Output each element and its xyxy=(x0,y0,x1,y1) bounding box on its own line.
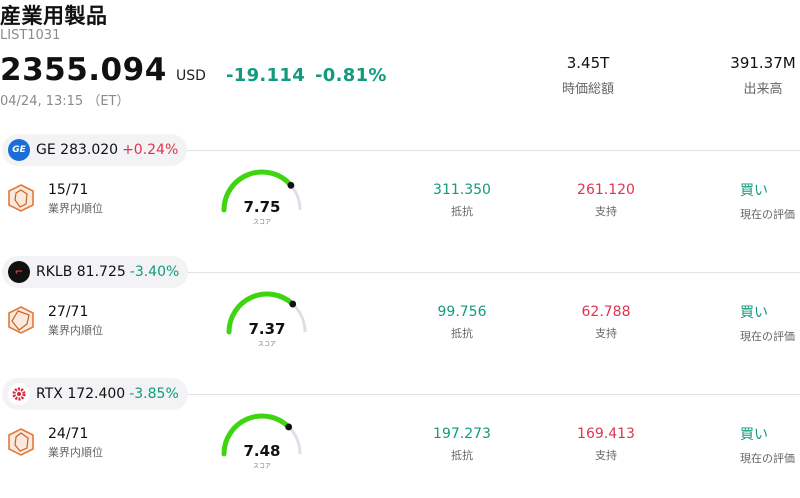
resistance-level: 311.350 抵抗 xyxy=(422,182,502,219)
industry-rank-icon xyxy=(8,428,34,456)
stock-card-rtx[interactable]: RTX 172.400 -3.85% 24/71 業界内順位 7.48 スコア 1… xyxy=(0,378,800,498)
score-gauge: 7.48 スコア xyxy=(218,410,306,472)
resistance-label: 抵抗 xyxy=(451,205,473,218)
support-level: 169.413 支持 xyxy=(566,426,646,463)
support-level: 261.120 支持 xyxy=(566,182,646,219)
resistance-label: 抵抗 xyxy=(451,327,473,340)
market-cap-value: 3.45T xyxy=(566,54,610,72)
stock-pill-rtx[interactable]: RTX 172.400 -3.85% xyxy=(2,378,188,410)
support-level: 62.788 支持 xyxy=(566,304,646,341)
industry-rank-icon xyxy=(8,306,34,334)
rklb-logo-icon: ⌐ xyxy=(8,261,30,283)
industry-rank-label: 業界内順位 xyxy=(48,446,103,459)
resistance-value: 197.273 xyxy=(433,426,491,442)
stock-price: 81.725 xyxy=(76,264,126,280)
score-label: スコア xyxy=(257,341,276,348)
industry-rank-label: 業界内順位 xyxy=(48,202,103,215)
section-divider xyxy=(184,394,800,395)
gauge-marker xyxy=(285,423,293,431)
section-divider xyxy=(184,272,800,273)
rating-label: 現在の評価 xyxy=(740,208,795,221)
support-label: 支持 xyxy=(595,205,617,218)
score-value: 7.75 xyxy=(243,198,281,216)
gauge-marker xyxy=(289,300,297,308)
stock-ticker: RKLB xyxy=(36,264,73,280)
resistance-value: 99.756 xyxy=(437,304,487,320)
support-label: 支持 xyxy=(595,327,617,340)
index-price: 2355.094 xyxy=(0,52,167,88)
rating-value: 買い xyxy=(740,427,768,443)
sector-code: LIST1031 xyxy=(0,28,61,43)
support-label: 支持 xyxy=(595,449,617,462)
stock-pill-rklb[interactable]: ⌐ RKLB 81.725 -3.40% xyxy=(2,256,189,288)
change-percent: -0.81% xyxy=(315,65,387,86)
price-currency: USD xyxy=(176,68,206,84)
rating-value: 買い xyxy=(740,183,768,199)
stock-ticker: RTX xyxy=(36,386,63,402)
stock-card-ge[interactable]: GE GE 283.020 +0.24% 15/71 業界内順位 7.75 スコア… xyxy=(0,134,800,254)
support-value: 169.413 xyxy=(577,426,635,442)
industry-rank-icon xyxy=(8,184,34,212)
change-value: -19.114 xyxy=(226,65,306,86)
volume-stat: 391.37M 出来高 xyxy=(726,54,800,97)
support-value: 62.788 xyxy=(581,304,631,320)
score-gauge: 7.37 スコア xyxy=(223,288,311,350)
industry-rank-value: 27/71 xyxy=(48,304,89,320)
volume-value: 391.37M xyxy=(730,54,796,72)
stock-card-rklb[interactable]: ⌐ RKLB 81.725 -3.40% 27/71 業界内順位 7.37 スコア… xyxy=(0,256,800,376)
stock-change: -3.85% xyxy=(129,386,179,402)
rating-label: 現在の評価 xyxy=(740,330,795,343)
last-updated-timestamp: 04/24, 13:15 （ET） xyxy=(0,94,130,109)
industry-rank-value: 15/71 xyxy=(48,182,89,198)
score-gauge: 7.75 スコア xyxy=(218,166,306,228)
rating-value: 買い xyxy=(740,305,768,321)
resistance-level: 99.756 抵抗 xyxy=(422,304,502,341)
score-label: スコア xyxy=(252,219,271,226)
current-rating: 買い 現在の評価 xyxy=(740,180,795,222)
resistance-label: 抵抗 xyxy=(451,449,473,462)
stock-price: 172.400 xyxy=(67,386,126,402)
current-rating: 買い 現在の評価 xyxy=(740,424,795,466)
market-cap-label: 時価総額 xyxy=(561,82,614,97)
score-value: 7.37 xyxy=(248,320,286,338)
stock-change: -3.40% xyxy=(129,264,180,280)
industry-rank-label: 業界内順位 xyxy=(48,324,103,337)
resistance-value: 311.350 xyxy=(433,182,491,198)
score-label: スコア xyxy=(252,463,271,470)
gauge-marker xyxy=(287,181,295,189)
resistance-level: 197.273 抵抗 xyxy=(422,426,502,463)
rtx-logo-icon xyxy=(8,383,30,405)
price-change: -19.114 -0.81% xyxy=(226,65,397,86)
section-divider xyxy=(184,150,800,151)
rating-label: 現在の評価 xyxy=(740,452,795,465)
stock-pill-ge[interactable]: GE GE 283.020 +0.24% xyxy=(2,134,188,166)
support-value: 261.120 xyxy=(577,182,635,198)
ge-logo-icon: GE xyxy=(8,139,30,161)
current-rating: 買い 現在の評価 xyxy=(740,302,795,344)
stock-ticker: GE xyxy=(36,142,56,158)
market-cap-stat: 3.45T 時価総額 xyxy=(553,54,623,97)
score-value: 7.48 xyxy=(243,442,281,460)
industry-rank-value: 24/71 xyxy=(48,426,89,442)
stock-price: 283.020 xyxy=(60,142,119,158)
stock-change: +0.24% xyxy=(122,142,179,158)
volume-label: 出来高 xyxy=(743,82,783,97)
sector-title: 産業用製品 xyxy=(0,4,108,28)
